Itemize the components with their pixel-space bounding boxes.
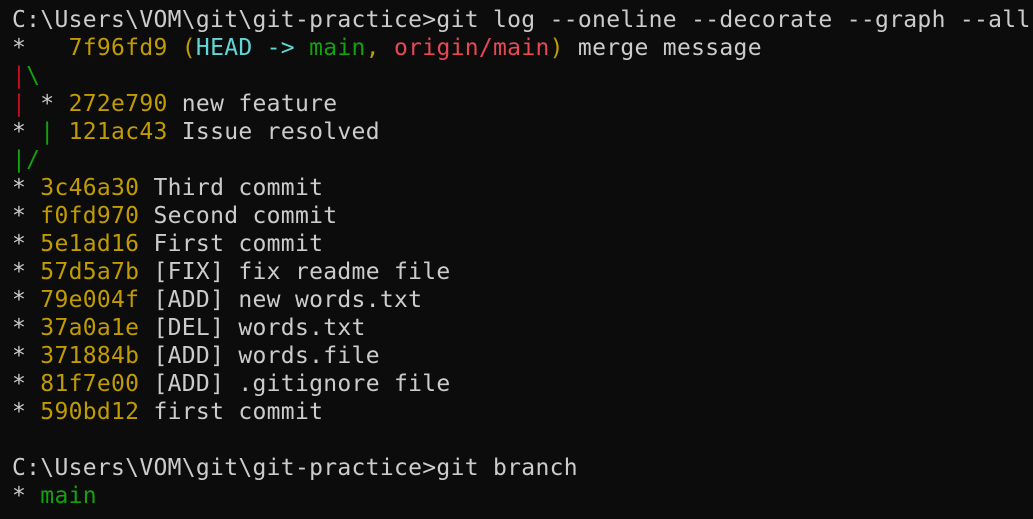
feature-commit-line: | * 272e790 new feature <box>12 90 1033 118</box>
commit-hash: f0fd970 <box>40 203 140 229</box>
prompt-line-git-log: C:\Users\VOM\git\git-practice>git log --… <box>12 6 1033 34</box>
commit-line: * 81f7e00 [ADD] .gitignore file <box>12 370 1033 398</box>
commit-hash: 5e1ad16 <box>40 231 140 257</box>
branch-main-label: main <box>309 35 366 61</box>
terminal-window[interactable]: C:\Users\VOM\git\git-practice>git log --… <box>0 0 1033 519</box>
commit-hash: 3c46a30 <box>40 175 140 201</box>
graph-backslash: \ <box>26 63 41 89</box>
commit-hash: 37a0a1e <box>40 315 140 341</box>
graph-star: * <box>12 371 41 397</box>
commit-hash: 121ac43 <box>54 119 168 145</box>
branch-list-line: * main <box>12 482 1033 510</box>
decoration-open: ( <box>167 35 196 61</box>
graph-star: * <box>12 203 41 229</box>
decoration-comma: , <box>365 35 394 61</box>
graph-fork-line: |\ <box>12 62 1033 90</box>
decoration-close: ) <box>549 35 564 61</box>
graph-star: * <box>12 315 41 341</box>
commit-line: * 57d5a7b [FIX] fix readme file <box>12 258 1033 286</box>
commit-message: [ADD] words.file <box>153 343 380 369</box>
commit-message: [FIX] fix readme file <box>153 259 451 285</box>
current-branch-marker: * <box>12 483 41 509</box>
head-pointer: HEAD -> <box>195 35 310 61</box>
prompt-path: C:\Users\VOM\git\git-practice> <box>12 7 437 33</box>
commit-message: Second commit <box>153 203 338 229</box>
commit-hash: 79e004f <box>40 287 140 313</box>
graph-star: * <box>12 343 41 369</box>
commit-line: * 3c46a30 Third commit <box>12 174 1033 202</box>
graph-star: * <box>12 119 41 145</box>
commit-message: First commit <box>153 231 324 257</box>
commit-message: merge message <box>563 35 762 61</box>
prompt-path: C:\Users\VOM\git\git-practice> <box>12 455 437 481</box>
commit-hash: 371884b <box>40 343 140 369</box>
merge-commit-line: * 7f96fd9 (HEAD -> main, origin/main) me… <box>12 34 1033 62</box>
graph-star: * <box>12 231 41 257</box>
graph-bar: | <box>12 63 27 89</box>
commit-message: [DEL] words.txt <box>153 315 366 341</box>
commit-hash: 57d5a7b <box>40 259 140 285</box>
commit-line: * 37a0a1e [DEL] words.txt <box>12 314 1033 342</box>
issue-commit-line: * | 121ac43 Issue resolved <box>12 118 1033 146</box>
commit-message: Issue resolved <box>167 119 380 145</box>
commit-hash: 590bd12 <box>40 399 140 425</box>
graph-join-line: |/ <box>12 146 1033 174</box>
graph-star: * <box>26 91 69 117</box>
graph-bar: | <box>12 91 27 117</box>
graph-star: * <box>12 399 41 425</box>
graph-star: * <box>12 175 41 201</box>
commit-message: first commit <box>153 399 324 425</box>
commit-hash: 272e790 <box>68 91 168 117</box>
commit-line: * 79e004f [ADD] new words.txt <box>12 286 1033 314</box>
commit-line: * 371884b [ADD] words.file <box>12 342 1033 370</box>
graph-star: * <box>12 259 41 285</box>
graph-star: * <box>12 287 41 313</box>
graph-bar: | <box>12 147 27 173</box>
commit-message: [ADD] .gitignore file <box>153 371 451 397</box>
commit-line: * 590bd12 first commit <box>12 398 1033 426</box>
graph-bar: | <box>40 119 55 145</box>
branch-name: main <box>40 483 97 509</box>
commit-line: * f0fd970 Second commit <box>12 202 1033 230</box>
commit-hash: 7f96fd9 <box>68 35 168 61</box>
prompt-line-git-branch: C:\Users\VOM\git\git-practice>git branch <box>12 454 1033 482</box>
graph-star: * <box>12 35 69 61</box>
command-text: git log --oneline --decorate --graph --a… <box>436 7 1031 33</box>
remote-branch-label: origin/main <box>394 35 550 61</box>
commit-hash: 81f7e00 <box>40 371 140 397</box>
commit-message: new feature <box>167 91 338 117</box>
command-text: git branch <box>436 455 578 481</box>
commit-message: Third commit <box>153 175 324 201</box>
commit-line: * 5e1ad16 First commit <box>12 230 1033 258</box>
commit-message: [ADD] new words.txt <box>153 287 423 313</box>
graph-slash: / <box>26 147 41 173</box>
